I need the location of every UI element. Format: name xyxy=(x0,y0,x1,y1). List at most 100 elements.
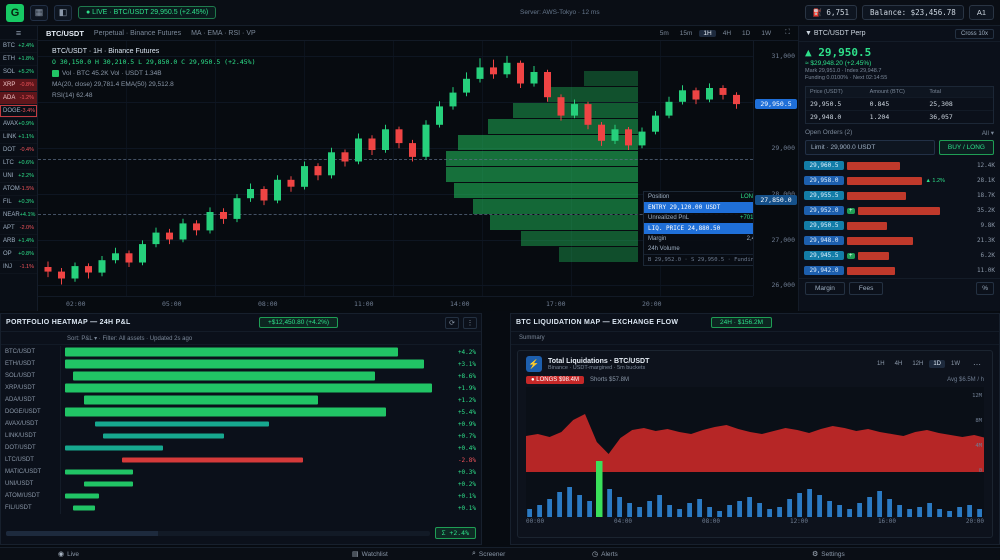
heatmap-row[interactable]: ATOM/USDT+0.1% xyxy=(1,490,481,502)
mini-table-row[interactable]: 29,948.01.20436,057 xyxy=(806,110,993,123)
liq-tab-1w[interactable]: 1W xyxy=(947,360,964,368)
watchlist-item[interactable]: FIL+0.3% xyxy=(0,196,37,209)
footer-item-live[interactable]: ◉Live xyxy=(58,550,79,558)
liq-x-axis: 00:0004:0008:0012:0016:0020:00 xyxy=(518,517,992,525)
price-axis[interactable]: 31,00030,00029,00028,00027,00026,00029,9… xyxy=(753,41,798,296)
portfolio-toolbar[interactable]: Sort: P&L ▾ · Filter: All assets · Updat… xyxy=(1,332,481,345)
watchlist-item[interactable]: DOGE-3.4% xyxy=(0,105,37,118)
pair-dropdown[interactable]: ▼ BTC/USDT Perp xyxy=(805,30,865,37)
watchlist-item[interactable]: LTC+0.6% xyxy=(0,157,37,170)
heatmap-row[interactable]: ETH/USDT+3.1% xyxy=(1,358,481,370)
layers-icon[interactable]: ◧ xyxy=(54,5,72,21)
more-options-icon[interactable]: ⋮ xyxy=(463,317,477,329)
mini-table-cell: 29,950.5 xyxy=(810,100,870,108)
refresh-icon[interactable]: ⟳ xyxy=(445,317,459,329)
order-book-row[interactable]: 29,952.0+35.2K xyxy=(799,203,1000,218)
order-book-row[interactable]: 29,955.518.7K xyxy=(799,188,1000,203)
order-size: 28.1K xyxy=(977,177,995,184)
watchlist-item[interactable]: LINK+1.1% xyxy=(0,131,37,144)
heatmap-row[interactable]: DOGE/USDT+5.4% xyxy=(1,406,481,418)
timeframe-15m[interactable]: 15m xyxy=(676,30,697,37)
margin-button[interactable]: Margin xyxy=(805,282,845,295)
heatmap-row[interactable]: DOT/USDT+0.4% xyxy=(1,442,481,454)
order-price-chip: 29,955.5 xyxy=(804,191,844,200)
menu-icon[interactable]: ≡ xyxy=(0,26,37,40)
orders-filter-dropdown[interactable]: All ▾ xyxy=(982,129,994,137)
grid-layout-icon[interactable]: ▦ xyxy=(30,5,48,21)
watchlist-change: -0.4% xyxy=(20,147,34,153)
alerts-icon: ◷ xyxy=(592,550,598,558)
order-book-row[interactable]: 29,948.021.3K xyxy=(799,233,1000,248)
chart-panel: BTC/USDT Perpetual · Binance Futures MA … xyxy=(38,26,798,311)
watchlist-item[interactable]: INJ-1.1% xyxy=(0,261,37,274)
heatmap-row[interactable]: UNI/USDT+0.2% xyxy=(1,478,481,490)
order-book-row[interactable]: 29,942.011.0K xyxy=(799,263,1000,278)
gas-chip[interactable]: ⛽ 6,751 xyxy=(805,5,857,20)
heatmap-row[interactable]: ADA/USDT+1.2% xyxy=(1,394,481,406)
summary-tab[interactable]: Summary xyxy=(511,332,999,345)
footer-item-watchlist[interactable]: ▤Watchlist xyxy=(352,550,388,558)
heatmap-row[interactable]: MATIC/USDT+0.3% xyxy=(1,466,481,478)
balance-chip[interactable]: Balance: $23,456.78 xyxy=(862,5,964,20)
liq-tab-1d[interactable]: 1D xyxy=(929,360,945,368)
order-price-input[interactable]: Limit · 29,900.0 USDT xyxy=(805,140,935,155)
card-more-icon[interactable]: ⋯ xyxy=(970,360,984,369)
timeframe-1w[interactable]: 1W xyxy=(757,30,775,37)
watchlist-item[interactable]: ETH+1.8% xyxy=(0,53,37,66)
timeframe-5m[interactable]: 5m xyxy=(656,30,673,37)
liquidation-plot[interactable]: 12M8M4M0 xyxy=(526,387,984,517)
scrollbar-thumb[interactable] xyxy=(6,531,158,536)
heatmap-row[interactable]: FIL/USDT+0.1% xyxy=(1,502,481,514)
watchlist-sidebar: ≡ BTC+2.4%ETH+1.8%SOL+5.2%XRP-0.8%ADA-1.… xyxy=(0,26,38,311)
watchlist-item[interactable]: SOL+5.2% xyxy=(0,66,37,79)
order-book-row[interactable]: 29,958.0▲ 1.2%28.1K xyxy=(799,173,1000,188)
profile-chip[interactable]: A1 xyxy=(969,5,994,20)
heatmap-row[interactable]: LINK/USDT+0.7% xyxy=(1,430,481,442)
fees-button[interactable]: Fees xyxy=(849,282,883,295)
chart-plot[interactable]: BTC/USDT · 1H · Binance Futures O 30,150… xyxy=(38,41,753,296)
liq-tab-4h[interactable]: 4H xyxy=(891,360,907,368)
heatmap-value: +5.4% xyxy=(447,409,481,416)
watchlist-item[interactable]: OP+0.8% xyxy=(0,248,37,261)
order-book-row[interactable]: 29,945.5+6.2K xyxy=(799,248,1000,263)
info-box-row: Margin2,450.00 USDT xyxy=(644,234,753,244)
buy-long-button[interactable]: BUY / LONG xyxy=(939,140,994,155)
watchlist-item[interactable]: NEAR+4.1% xyxy=(0,209,37,222)
fullscreen-icon[interactable]: ⛶ xyxy=(785,29,790,37)
liq-tab-12h[interactable]: 12H xyxy=(908,360,927,368)
heatmap-label: ATOM/USDT xyxy=(1,490,61,502)
footer-item-screener[interactable]: ⌕Screener xyxy=(472,550,505,558)
chart-indicators[interactable]: MA · EMA · RSI · VP xyxy=(191,30,256,37)
order-book-row[interactable]: 29,960.512.4K xyxy=(799,158,1000,173)
watchlist-item[interactable]: APT-2.0% xyxy=(0,222,37,235)
heatmap-bar xyxy=(65,494,99,499)
heatmap-row[interactable]: XRP/USDT+1.9% xyxy=(1,382,481,394)
watchlist-item[interactable]: DOT-0.4% xyxy=(0,144,37,157)
watchlist-item[interactable]: UNI+2.2% xyxy=(0,170,37,183)
footer-item-settings[interactable]: ⚙Settings xyxy=(812,550,845,558)
heatmap-row[interactable]: BTC/USDT+4.2% xyxy=(1,346,481,358)
timeframe-1d[interactable]: 1D xyxy=(738,30,754,37)
timeframe-1h[interactable]: 1H xyxy=(699,30,715,37)
heatmap-row[interactable]: SOL/USDT+8.6% xyxy=(1,370,481,382)
chart-symbol[interactable]: BTC/USDT xyxy=(46,29,84,38)
order-book-row[interactable]: 29,950.59.8K xyxy=(799,218,1000,233)
liq-tab-1h[interactable]: 1H xyxy=(873,360,889,368)
watchlist-item[interactable]: ADA-1.2% xyxy=(0,92,37,105)
watchlist-item[interactable]: ARB+1.4% xyxy=(0,235,37,248)
footer-item-alerts[interactable]: ◷Alerts xyxy=(592,550,618,558)
percent-toggle[interactable]: % xyxy=(976,282,994,295)
portfolio-scrollbar[interactable] xyxy=(6,531,430,536)
mini-table-row[interactable]: 29,950.50.84525,308 xyxy=(806,97,993,110)
margin-mode-chip[interactable]: Cross 10x xyxy=(955,29,994,39)
heatmap-row[interactable]: AVAX/USDT+0.9% xyxy=(1,418,481,430)
heatmap-row[interactable]: LTC/USDT-2.8% xyxy=(1,454,481,466)
time-axis[interactable]: 02:0005:0008:0011:0014:0017:0020:00 xyxy=(38,296,753,311)
watchlist-item[interactable]: BTC+2.4% xyxy=(0,40,37,53)
watchlist-item[interactable]: ATOM-1.5% xyxy=(0,183,37,196)
top-bar: G ▦ ◧ ● LIVE · BTC/USDT 29,950.5 (+2.45%… xyxy=(0,0,1000,26)
watchlist-item[interactable]: AVAX+0.9% xyxy=(0,118,37,131)
timeframe-4h[interactable]: 4H xyxy=(719,30,735,37)
watchlist-item[interactable]: XRP-0.8% xyxy=(0,79,37,92)
heatmap-label: ETH/USDT xyxy=(1,358,61,370)
